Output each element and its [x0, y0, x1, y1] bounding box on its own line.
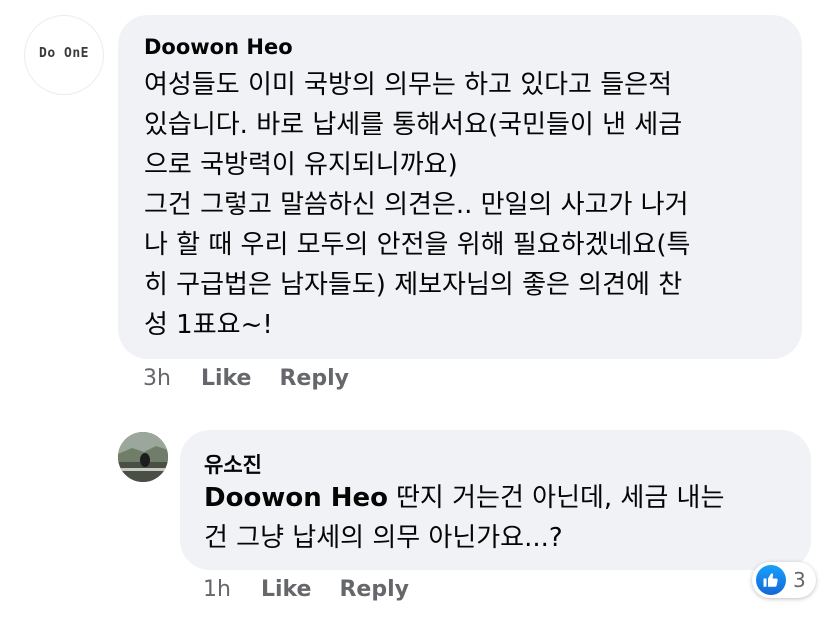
reply-text: Doowon Heo 딴지 거는건 아닌데, 세금 내는 건 그냥 납세의 의무 … [204, 478, 724, 558]
comment-text-line: 성 1표요~! [144, 310, 273, 340]
like-button[interactable]: Like [261, 577, 312, 602]
reaction-count: 3 [793, 568, 806, 592]
comment-text: 여성들도 이미 국방의 의무는 하고 있다고 들은적 있습니다. 바로 납세를 … [144, 65, 690, 345]
comment-text-line: 으로 국방력이 유지되니까요) [144, 150, 458, 180]
reply-text-line: Doowon Heo 딴지 거는건 아닌데, 세금 내는 [204, 478, 724, 518]
reaction-summary[interactable]: 3 [752, 562, 816, 598]
reply-actions: 1h Like Reply [203, 577, 409, 602]
comment-text-line: 있습니다. 바로 납세를 통해서요(국민들이 낸 세금 [144, 110, 683, 140]
mention-link[interactable]: Doowon Heo [204, 483, 388, 513]
comment-text-line: 나 할 때 우리 모두의 안전을 위해 필요하겠네요(특 [144, 230, 691, 260]
comment-text-line: 히 구급법은 남자들도) 제보자님의 좋은 의견에 찬 [144, 270, 683, 300]
reply-text-content: 딴지 거는건 아닌데, 세금 내는 [396, 483, 725, 513]
comment-bubble: Doowon Heo 여성들도 이미 국방의 의무는 하고 있다고 들은적 있습… [118, 15, 802, 359]
reply-avatar[interactable] [118, 432, 168, 482]
comment-text-line: 여성들도 이미 국방의 의무는 하고 있다고 들은적 [144, 70, 672, 100]
avatar-logo-text: Do OnE [39, 46, 89, 61]
reply-timestamp[interactable]: 1h [203, 577, 231, 602]
thumbs-up-icon [756, 565, 786, 595]
avatar[interactable]: Do OnE [24, 15, 104, 95]
reply-text-line: 건 그냥 납세의 의무 아닌가요...? [204, 523, 563, 553]
reply-author[interactable]: 유소진 [204, 449, 262, 479]
comment-text-line: 그건 그렇고 말씀하신 의견은.. 만일의 사고가 나거 [144, 190, 689, 220]
comment-actions: 3h Like Reply [143, 366, 349, 391]
reply-button[interactable]: Reply [339, 577, 409, 602]
reply-button[interactable]: Reply [279, 366, 349, 391]
comment-author[interactable]: Doowon Heo [144, 35, 293, 59]
reply-bubble: 유소진 Doowon Heo 딴지 거는건 아닌데, 세금 내는 건 그냥 납세의… [180, 430, 811, 570]
avatar-photo-icon [118, 432, 168, 482]
comment-thread: Do OnE Doowon Heo 여성들도 이미 국방의 의무는 하고 있다고… [0, 0, 840, 628]
comment-timestamp[interactable]: 3h [143, 366, 171, 391]
like-button[interactable]: Like [201, 366, 252, 391]
